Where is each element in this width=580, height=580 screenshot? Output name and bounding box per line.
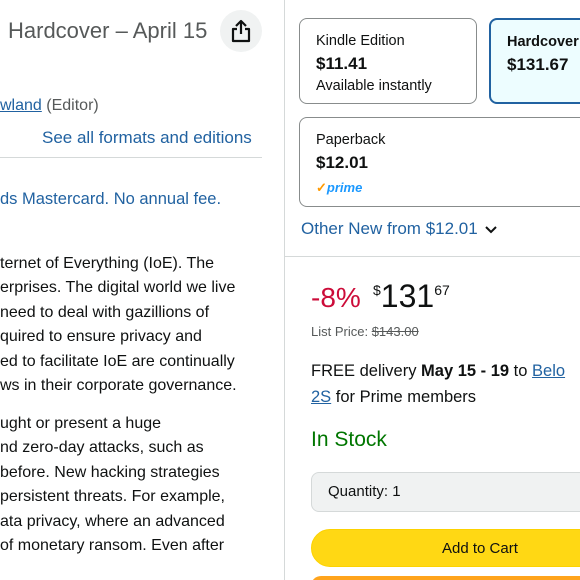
prime-badge-icon: ✓prime: [316, 180, 363, 195]
buy-box-panel: Kindle Edition $11.41 Available instantl…: [284, 0, 580, 580]
format-option-paperback[interactable]: Paperback $12.01 ✓prime: [299, 117, 580, 207]
list-price: List Price: $143.00: [311, 324, 419, 339]
description-line: persistent threats. For example,: [0, 488, 225, 506]
description-line: ed to facilitate IoE are continually: [0, 352, 235, 370]
list-price-value: $143.00: [371, 324, 419, 339]
see-all-formats-link[interactable]: See all formats and editions: [42, 128, 252, 148]
price-whole: 131: [380, 278, 435, 314]
format-availability: Available instantly: [316, 78, 432, 94]
quantity-value: 1: [392, 483, 401, 500]
format-price: $12.01: [316, 153, 368, 172]
delivery-suffix: for Prime members: [331, 388, 477, 406]
delivery-to: to: [509, 362, 533, 380]
contributor-role: (Editor): [46, 97, 99, 114]
price-fraction: 67: [434, 282, 450, 298]
format-price: $11.41: [316, 54, 368, 73]
list-price-label: List Price:: [311, 324, 372, 339]
description-line: need to deal with gazillions of: [0, 303, 210, 321]
chevron-down-icon: [484, 220, 498, 240]
format-price: $131.67: [507, 55, 569, 74]
delivery-info: FREE delivery May 15 - 19 to Belo 2S for…: [311, 358, 580, 410]
quantity-dropdown[interactable]: Quantity: 1: [311, 472, 580, 512]
format-name: Hardcover: [507, 34, 579, 50]
description-line: ws in their corporate governance.: [0, 377, 237, 395]
format-name: Kindle Edition: [316, 33, 405, 49]
card-promo-link[interactable]: ds Mastercard. No annual fee.: [0, 190, 221, 209]
other-new-label: Other New from: [301, 219, 426, 238]
description-line: quired to ensure privacy and: [0, 328, 202, 346]
description-line: nd zero-day attacks, such as: [0, 439, 204, 457]
share-icon: [231, 19, 251, 43]
discount-percentage: -8%: [311, 282, 361, 313]
share-button[interactable]: [220, 10, 262, 52]
format-name: Paperback: [316, 132, 386, 148]
description-line: of monetary ransom. Even after: [0, 537, 225, 555]
description-line: ternet of Everything (IoE). The: [0, 255, 215, 272]
description-line: before. New hacking strategies: [0, 463, 220, 481]
price: $13167: [373, 278, 450, 315]
format-option-hardcover[interactable]: Hardcover $131.67: [489, 18, 580, 104]
description-line: erprises. The digital world we live: [0, 279, 236, 297]
delivery-location-link[interactable]: Belo: [532, 362, 565, 380]
buy-now-button[interactable]: [311, 576, 580, 580]
contributor-link[interactable]: wland: [0, 97, 42, 114]
price-currency-symbol: $: [373, 282, 381, 298]
description-paragraph: ternet of Everything (IoE). The erprises…: [0, 252, 282, 398]
delivery-prefix: FREE delivery: [311, 362, 422, 380]
product-details-column: Hardcover – April 15 wland (Editor) See …: [0, 0, 282, 580]
other-new-price: $12.01: [425, 219, 478, 238]
divider: [0, 157, 262, 158]
description-paragraph: ught or present a huge nd zero-day attac…: [0, 412, 282, 558]
description-line: ata privacy, where an advanced: [0, 512, 225, 530]
format-option-kindle[interactable]: Kindle Edition $11.41 Available instantl…: [299, 18, 477, 104]
other-new-offers-link[interactable]: Other New from $12.01: [301, 219, 498, 240]
delivery-location-link[interactable]: 2S: [311, 388, 331, 406]
stock-status: In Stock: [311, 428, 387, 451]
delivery-dates: May 15 - 19: [421, 362, 510, 380]
prime-badge-label: prime: [326, 180, 363, 195]
divider: [285, 256, 580, 257]
add-to-cart-button[interactable]: Add to Cart: [311, 529, 580, 567]
product-format-title: Hardcover – April 15: [8, 18, 208, 43]
description-line: ught or present a huge: [0, 415, 162, 432]
contributor-byline: wland (Editor): [0, 97, 99, 115]
add-to-cart-label: Add to Cart: [442, 540, 518, 557]
quantity-label: Quantity:: [328, 483, 389, 500]
